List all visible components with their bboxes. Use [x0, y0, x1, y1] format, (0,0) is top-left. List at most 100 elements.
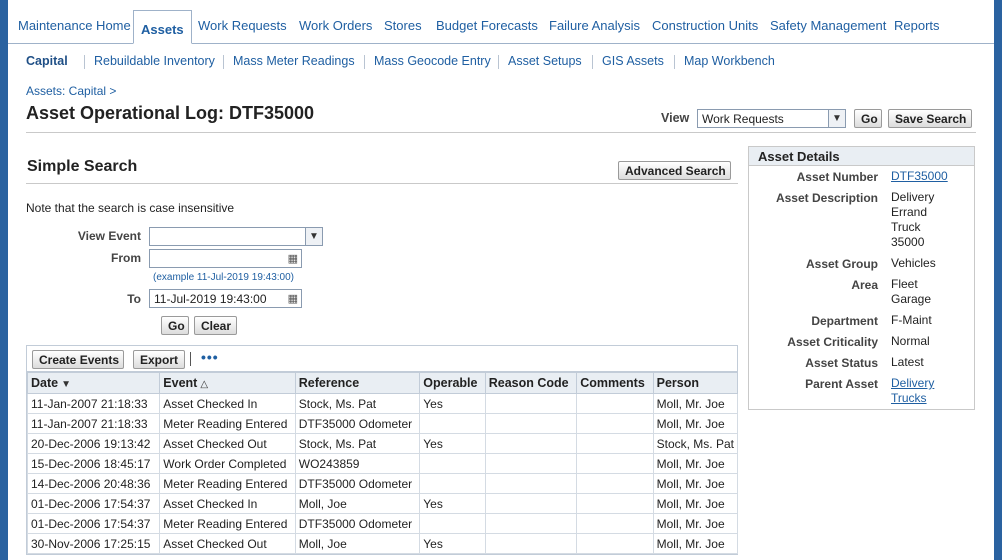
cell-date: 14-Dec-2006 20:48:36: [26, 473, 161, 494]
cell-reference-link[interactable]: DTF35000 Odometer: [294, 413, 421, 434]
results-table-region: Create Events Export ••• Date ▼ Event △ Re…: [26, 345, 739, 555]
subtab-rebuildable-inventory[interactable]: Rebuildable Inventory: [94, 54, 215, 68]
department-value: F-Maint: [891, 313, 932, 327]
cell-date: 20-Dec-2006 19:13:42: [26, 433, 161, 454]
save-search-button[interactable]: Save Search: [888, 109, 972, 128]
asset-number-link[interactable]: DTF35000: [891, 169, 971, 184]
results-toolbar: Create Events Export •••: [27, 346, 737, 372]
more-actions-icon[interactable]: •••: [201, 349, 219, 365]
subtab-mass-geocode-entry[interactable]: Mass Geocode Entry: [374, 54, 491, 68]
cell-reference-link[interactable]: WO243859: [294, 453, 421, 474]
table-row: 01-Dec-2006 17:54:37 Asset Checked In Mo…: [26, 493, 739, 514]
cell-comments: [576, 473, 654, 494]
search-go-button[interactable]: Go: [161, 316, 189, 335]
cell-person: Moll, Mr. Joe: [652, 413, 739, 434]
cell-reference: Moll, Joe: [294, 533, 421, 554]
calendar-icon[interactable]: ▦: [288, 252, 298, 265]
column-header-label: Date: [31, 376, 59, 390]
asset-criticality-label: Asset Criticality: [787, 335, 878, 349]
parent-asset-link[interactable]: Delivery Trucks: [891, 376, 943, 406]
table-row: 14-Dec-2006 20:48:36 Meter Reading Enter…: [26, 473, 739, 494]
column-header-comments: Comments: [576, 372, 654, 394]
tab-work-orders[interactable]: Work Orders: [299, 18, 372, 33]
sort-ascending-icon[interactable]: △: [200, 379, 208, 390]
simple-search-title: Simple Search: [27, 158, 138, 175]
view-select-value: Work Requests: [702, 112, 784, 126]
cell-comments: [576, 513, 654, 534]
cell-person: Moll, Mr. Joe: [652, 453, 739, 474]
subtab-separator: [498, 55, 499, 69]
cell-event: Asset Checked Out: [159, 533, 296, 554]
area-value: Fleet Garage: [891, 277, 932, 306]
subtab-capital[interactable]: Capital: [26, 54, 68, 68]
subtab-mass-meter-readings[interactable]: Mass Meter Readings: [233, 54, 355, 68]
subtab-map-workbench[interactable]: Map Workbench: [684, 54, 775, 68]
tab-maintenance-home[interactable]: Maintenance Home: [18, 18, 131, 33]
asset-status-label: Asset Status: [805, 356, 878, 370]
view-event-label: View Event: [77, 229, 141, 243]
calendar-icon[interactable]: ▦: [288, 292, 298, 305]
page-title: Asset Operational Log: DTF35000: [26, 103, 315, 123]
title-divider: [26, 132, 976, 133]
view-select[interactable]: Work Requests ▼: [697, 109, 846, 128]
cell-operable: Yes: [419, 533, 486, 554]
cell-event: Asset Checked In: [159, 393, 296, 414]
cell-operable: [419, 473, 486, 494]
subtab-separator: [674, 55, 675, 69]
subtab-gis-assets[interactable]: GIS Assets: [602, 54, 664, 68]
subtab-asset-setups[interactable]: Asset Setups: [508, 54, 582, 68]
section-divider: [26, 183, 738, 184]
cell-reason-code: [484, 393, 578, 414]
asset-description-value: Delivery Errand Truck 35000: [891, 190, 935, 249]
cell-operable: [419, 513, 486, 534]
cell-date: 01-Dec-2006 17:54:37: [26, 493, 161, 514]
cell-person: Stock, Ms. Pat: [652, 433, 739, 454]
breadcrumb[interactable]: Assets: Capital >: [26, 84, 116, 98]
cell-date: 11-Jan-2007 21:18:33: [26, 393, 161, 414]
cell-person: Moll, Mr. Joe: [652, 393, 739, 414]
tab-budget-forecasts[interactable]: Budget Forecasts: [436, 18, 538, 33]
tab-construction-units[interactable]: Construction Units: [652, 18, 758, 33]
area-label: Area: [851, 278, 878, 292]
tab-failure-analysis[interactable]: Failure Analysis: [549, 18, 640, 33]
to-date-value: 11-Jul-2019 19:43:00: [154, 292, 267, 306]
view-go-button[interactable]: Go: [854, 109, 882, 128]
clear-button[interactable]: Clear: [194, 316, 237, 335]
top-tab-bar: Maintenance Home Assets Work Requests Wo…: [8, 10, 994, 44]
table-header-row: Date ▼ Event △ Reference Operable Reason C…: [26, 372, 739, 394]
cell-operable: Yes: [419, 393, 486, 414]
cell-reference-link[interactable]: DTF35000 Odometer: [294, 473, 421, 494]
table-row: 01-Dec-2006 17:54:37 Meter Reading Enter…: [26, 513, 739, 534]
create-events-button[interactable]: Create Events: [32, 350, 124, 369]
column-header-reason-code: Reason Code: [484, 372, 578, 394]
cell-operable: Yes: [419, 433, 486, 454]
from-label: From: [111, 251, 141, 265]
advanced-search-button[interactable]: Advanced Search: [618, 161, 731, 180]
view-event-select[interactable]: ▼: [149, 227, 323, 246]
cell-date: 01-Dec-2006 17:54:37: [26, 513, 161, 534]
chevron-down-icon[interactable]: ▼: [305, 228, 322, 245]
tab-safety-management[interactable]: Safety Management: [770, 18, 886, 33]
column-header-person: Person: [652, 372, 739, 394]
cell-reason-code: [484, 513, 578, 534]
column-header-event[interactable]: Event △: [159, 372, 296, 394]
tab-reports[interactable]: Reports: [894, 18, 940, 33]
cell-reference-link[interactable]: DTF35000 Odometer: [294, 513, 421, 534]
chevron-down-icon[interactable]: ▼: [828, 110, 845, 127]
asset-group-label: Asset Group: [805, 257, 878, 271]
from-date-input[interactable]: ▦: [149, 249, 302, 268]
sort-descending-icon[interactable]: ▼: [61, 379, 71, 390]
tab-stores[interactable]: Stores: [384, 18, 422, 33]
tab-assets[interactable]: Assets: [133, 10, 192, 44]
asset-status-value: Latest: [891, 355, 924, 369]
tab-work-requests[interactable]: Work Requests: [198, 18, 287, 33]
export-button[interactable]: Export: [133, 350, 185, 369]
results-table: Date ▼ Event △ Reference Operable Reason C…: [26, 372, 739, 554]
to-date-input[interactable]: 11-Jul-2019 19:43:00 ▦: [149, 289, 302, 308]
column-header-operable: Operable: [419, 372, 486, 394]
subtab-separator: [592, 55, 593, 69]
cell-event: Asset Checked In: [159, 493, 296, 514]
page: Maintenance Home Assets Work Requests Wo…: [8, 0, 994, 560]
column-header-date[interactable]: Date ▼: [26, 372, 161, 394]
column-header-label: Event: [163, 376, 198, 390]
